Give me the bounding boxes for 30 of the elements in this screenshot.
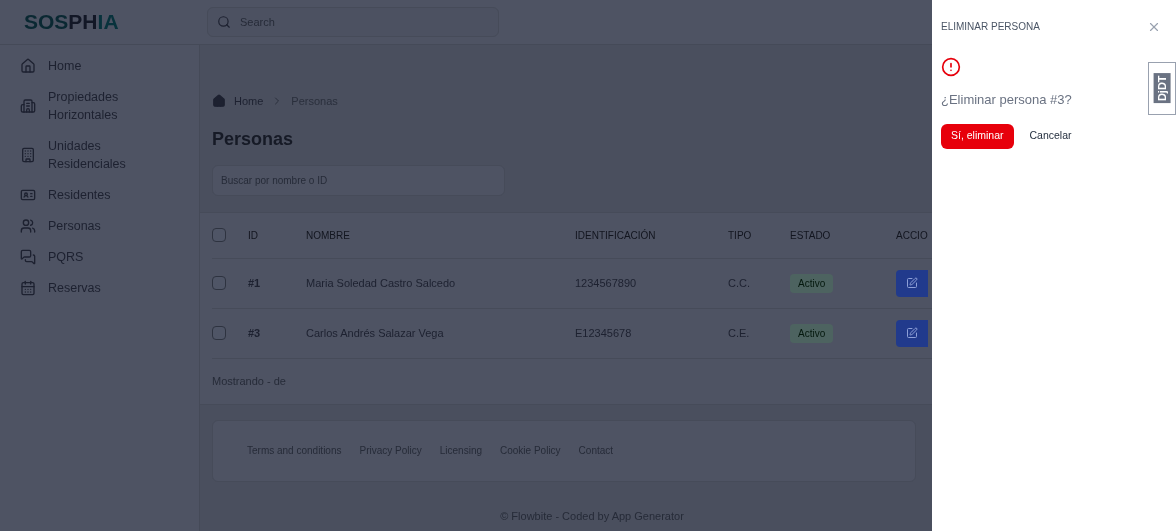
column-header: ID <box>248 229 258 241</box>
alert-icon <box>941 57 961 77</box>
drawer-title: ELIMINAR PERSONA <box>941 20 1040 34</box>
status-badge: Activo <box>790 323 834 343</box>
delete-button[interactable]: Sí, eliminar <box>941 123 1014 149</box>
column-header: ESTADO <box>790 229 831 241</box>
cancel-button[interactable]: Cancelar <box>1025 123 1076 149</box>
checkbox[interactable] <box>212 326 226 340</box>
column-header: IDENTIFICACIÓN <box>575 229 656 241</box>
chat-icon <box>20 249 36 265</box>
checkbox[interactable] <box>212 228 226 242</box>
buildings-icon <box>20 98 36 114</box>
debug-toolbar-handle[interactable]: DjDT <box>1148 62 1176 115</box>
building-icon <box>20 147 36 163</box>
house-icon <box>20 58 36 74</box>
id-card-icon <box>20 187 36 203</box>
column-header: NOMBRE <box>306 229 350 241</box>
column-header: ACCIO <box>896 229 928 241</box>
status-badge: Activo <box>790 273 834 293</box>
edit-button[interactable] <box>896 319 928 347</box>
calendar-icon <box>20 280 36 296</box>
edit-icon <box>906 277 918 289</box>
people-icon <box>20 218 36 234</box>
logo[interactable]: SOSPHIA <box>24 10 119 34</box>
edit-icon <box>906 327 918 339</box>
home-icon <box>212 94 226 109</box>
column-header: TIPO <box>728 229 752 241</box>
edit-button[interactable] <box>896 269 928 297</box>
checkbox[interactable] <box>212 276 226 290</box>
page-title: Personas <box>212 127 295 151</box>
